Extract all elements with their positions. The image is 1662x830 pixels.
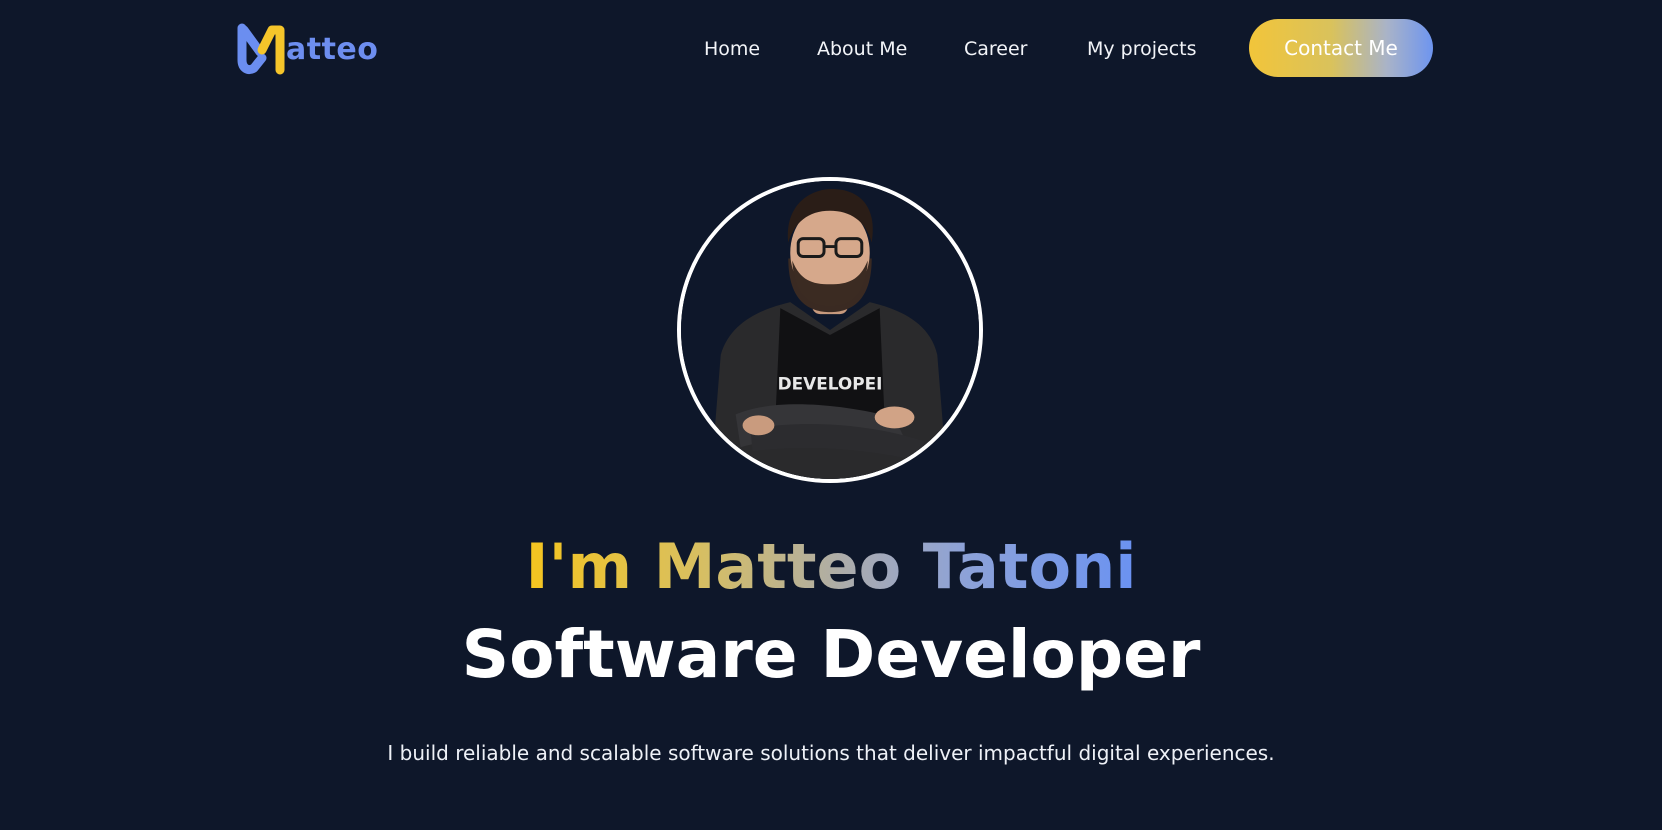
portrait-illustration: DEVELOPEI (681, 181, 979, 479)
hero-headline: I'm Matteo Tatoni (0, 522, 1662, 612)
shirt-text: DEVELOPEI (778, 374, 883, 394)
hero-section: DEVELOPEI I'm Matteo Tatoni Software Dev… (0, 0, 1662, 830)
hero-tagline: I build reliable and scalable software s… (387, 741, 1275, 765)
hero-name: I'm Matteo Tatoni (525, 530, 1137, 603)
hero-role: Software Developer (461, 616, 1201, 693)
avatar: DEVELOPEI (677, 177, 983, 483)
